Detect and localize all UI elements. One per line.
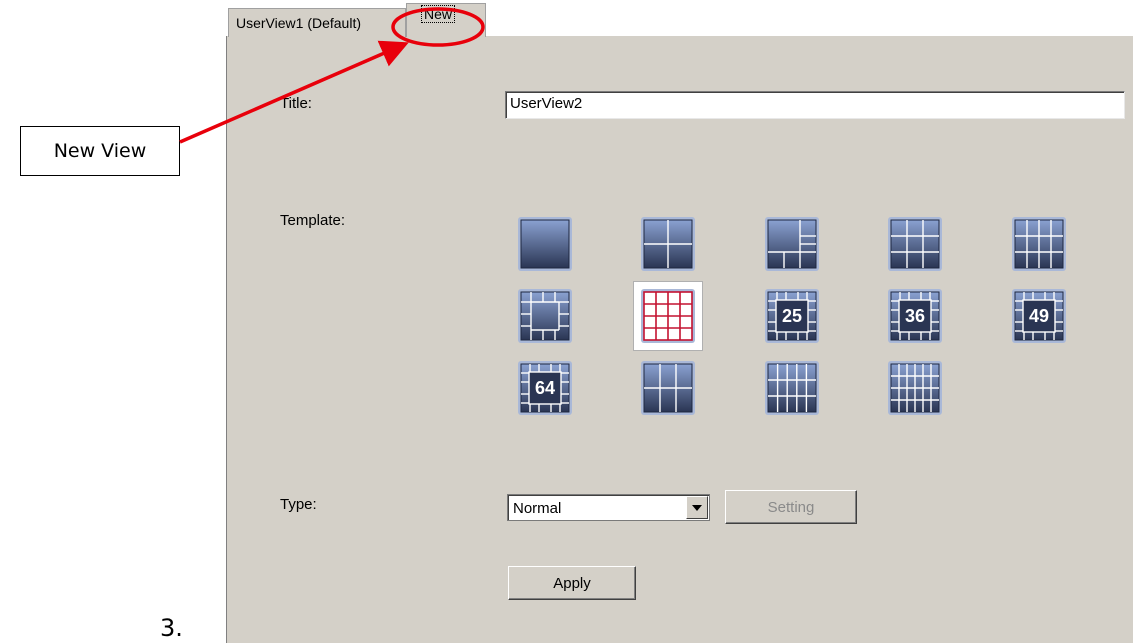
type-dropdown-button[interactable]: [686, 496, 708, 519]
layout-4x4-icon[interactable]: [633, 281, 703, 351]
apply-button-label: Apply: [553, 574, 591, 592]
layout-25-icon[interactable]: 25: [765, 289, 819, 343]
panel-border: [226, 36, 227, 643]
layout-3x3-icon[interactable]: [888, 217, 942, 271]
tab-new[interactable]: New: [406, 3, 486, 37]
tab-userview1-label: UserView1 (Default): [236, 15, 362, 31]
layout-1plus5-icon[interactable]: [765, 217, 819, 271]
type-select[interactable]: Normal: [507, 494, 710, 521]
type-select-value: Normal: [513, 500, 562, 517]
template-count-label: 25: [782, 306, 802, 326]
setting-button[interactable]: Setting: [725, 490, 857, 524]
layout-3x2-icon[interactable]: [641, 361, 695, 415]
template-count-label: 49: [1029, 306, 1049, 326]
tab-new-label: New: [421, 5, 456, 23]
layout-6x4-icon[interactable]: [888, 361, 942, 415]
layout-4x3-icon[interactable]: [1012, 217, 1066, 271]
layout-1x1-icon[interactable]: [518, 217, 572, 271]
layout-2x2-icon[interactable]: [641, 217, 695, 271]
layout-64-icon[interactable]: 64: [518, 361, 572, 415]
layout-5x3-icon[interactable]: [765, 361, 819, 415]
annotation-callout: New View: [20, 126, 180, 176]
layout-1plus12-icon[interactable]: [518, 289, 572, 343]
layout-36-icon[interactable]: 36: [888, 289, 942, 343]
chevron-down-icon: [692, 504, 702, 511]
annotation-callout-text: New View: [53, 140, 147, 162]
template-count-label: 36: [905, 306, 925, 326]
apply-button[interactable]: Apply: [508, 566, 636, 600]
step-number: 3.: [160, 614, 183, 642]
title-label: Title:: [280, 95, 312, 112]
layout-49-icon[interactable]: 49: [1012, 289, 1066, 343]
tab-userview1-default[interactable]: UserView1 (Default): [228, 8, 406, 37]
template-count-label: 64: [535, 378, 555, 398]
title-input[interactable]: UserView2: [505, 91, 1125, 119]
setting-button-label: Setting: [767, 498, 815, 516]
template-label: Template:: [280, 212, 346, 229]
type-label: Type:: [280, 496, 317, 513]
